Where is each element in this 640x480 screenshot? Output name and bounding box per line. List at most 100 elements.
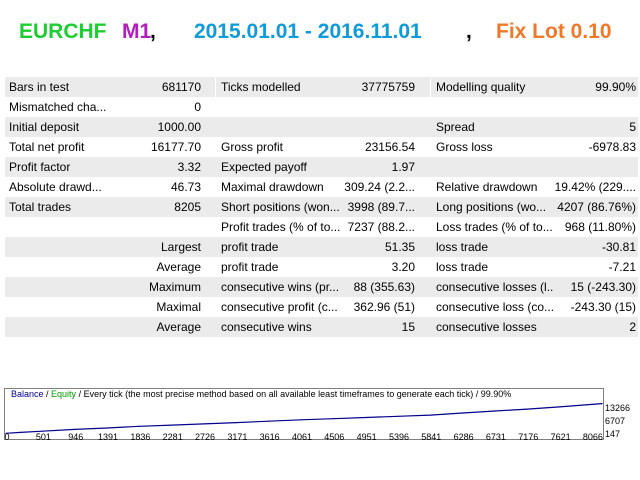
loss-trades-label: Loss trades (% of to...: [436, 220, 553, 234]
x-tick-label: 501: [35, 432, 51, 442]
profit-factor-value: 3.32: [177, 160, 201, 174]
series-line-balance: [5, 403, 603, 434]
largest-loss-label: loss trade: [436, 240, 489, 254]
avg-consecutive-losses-value: 2: [629, 320, 636, 334]
mismatched-value: 0: [194, 100, 201, 114]
absolute-drawdown-label: Absolute drawd...: [9, 180, 102, 194]
maximal-label: Maximal: [156, 300, 201, 314]
initial-deposit-label: Initial deposit: [9, 120, 80, 134]
avg-consecutive-wins-value: 15: [401, 320, 415, 334]
max-consecutive-losses-label: consecutive losses (l...: [436, 280, 554, 294]
table-row: Bars in test 681170 Ticks modelled 37775…: [5, 77, 638, 97]
x-tick-label: 5841: [421, 432, 442, 442]
balance-chart: Balance / Equity / Every tick (the most …: [4, 388, 637, 476]
legend-separator: /: [43, 389, 52, 399]
ticks-modelled-label: Ticks modelled: [221, 80, 301, 94]
modelling-quality-label: Modelling quality: [436, 80, 526, 94]
maximal-consecutive-loss-value: -243.30 (15): [570, 300, 636, 314]
column-divider: [215, 77, 216, 97]
maximal-consecutive-loss-label: consecutive loss (co...: [436, 300, 554, 314]
ticks-modelled-value: 37775759: [361, 80, 415, 94]
short-positions-value: 3998 (89.7...: [347, 200, 415, 214]
date-range: 2015.01.01 - 2016.11.01: [194, 20, 422, 43]
total-net-profit-label: Total net profit: [9, 140, 85, 154]
data-point: [397, 415, 399, 417]
lot-setting: Fix Lot 0.10: [496, 20, 612, 43]
largest-profit-value: 51.35: [384, 240, 415, 254]
avg-consecutive-wins-label: consecutive wins: [221, 320, 312, 334]
absolute-drawdown-value: 46.73: [170, 180, 201, 194]
data-point: [494, 410, 496, 412]
total-net-profit-value: 16177.70: [150, 140, 201, 154]
modelling-quality-value: 99.90%: [595, 80, 636, 94]
largest-label: Largest: [160, 240, 201, 254]
column-divider: [430, 77, 431, 97]
table-row: Total trades 8205 Short positions (won..…: [5, 197, 638, 217]
maximum-label: Maximum: [148, 280, 201, 294]
expected-payoff-label: Expected payoff: [221, 160, 307, 174]
x-tick-label: 946: [68, 432, 84, 442]
average-loss-value: -7.21: [608, 260, 636, 274]
data-point: [203, 423, 205, 425]
spread-value: 5: [629, 120, 636, 134]
expected-payoff-value: 1.97: [391, 160, 415, 174]
table-row: Initial deposit 1000.00 Spread 5: [5, 117, 638, 137]
long-positions-label: Long positions (wo...: [436, 200, 547, 214]
x-tick-label: 8066: [582, 432, 603, 442]
profit-trades-value: 7237 (88.2...: [347, 220, 415, 234]
mismatched-label: Mismatched cha...: [9, 100, 107, 114]
data-point: [365, 416, 367, 419]
bars-in-test-value: 681170: [161, 80, 201, 94]
data-point: [300, 419, 302, 421]
x-tick-label: 4506: [324, 432, 345, 442]
x-tick-label: 3171: [227, 432, 248, 442]
data-point: [601, 403, 603, 405]
data-point: [332, 418, 334, 420]
data-point: [462, 412, 464, 414]
table-row: Average consecutive wins 15 consecutive …: [5, 317, 638, 337]
loss-trades-value: 968 (11.80%): [564, 220, 636, 234]
x-tick-label: 3616: [259, 432, 280, 442]
table-row: Total net profit 16177.70 Gross profit 2…: [5, 137, 638, 157]
relative-drawdown-value: 19.42% (229....: [554, 180, 636, 194]
table-row: Average profit trade 3.20 loss trade -7.…: [5, 257, 638, 277]
chart-legend: Balance / Equity / Every tick (the most …: [11, 388, 511, 401]
long-positions-value: 4207 (86.76%): [557, 200, 636, 214]
initial-deposit-value: 1000.00: [157, 120, 201, 134]
table-row: Mismatched cha... 0: [5, 97, 638, 134]
x-tick-label: 6731: [485, 432, 506, 442]
data-point: [526, 408, 528, 410]
x-tick-label: 5396: [388, 432, 409, 442]
data-point: [268, 420, 270, 422]
gross-profit-label: Gross profit: [221, 140, 284, 154]
maximal-drawdown-value: 309.24 (2.2...: [344, 180, 415, 194]
data-point: [429, 414, 431, 416]
y-tick-label: 13266: [605, 403, 631, 414]
table-row: Maximum consecutive wins (pr... 88 (355.…: [5, 277, 638, 297]
y-tick-label: 6707: [605, 416, 626, 427]
symbol-name: EURCHF: [19, 20, 107, 43]
x-tick-label: 4951: [356, 432, 377, 442]
largest-loss-value: -30.81: [601, 240, 636, 254]
table-row: Largest profit trade 51.35 loss trade -3…: [5, 237, 638, 257]
max-consecutive-wins-value: 88 (355.63): [353, 280, 415, 294]
data-point: [138, 425, 140, 427]
gross-profit-value: 23156.54: [364, 140, 415, 154]
largest-profit-label: profit trade: [221, 240, 279, 254]
x-tick-label: 1391: [98, 432, 119, 442]
profit-factor-label: Profit factor: [9, 160, 71, 174]
x-tick-label: 7621: [550, 432, 571, 442]
data-point: [106, 427, 108, 429]
title-separator: ,: [466, 20, 472, 43]
legend-equity: Equity: [51, 389, 77, 399]
average-label: Average: [156, 260, 201, 274]
table-row: Maximal consecutive profit (c... 362.96 …: [5, 297, 638, 317]
data-point: [19, 431, 22, 433]
maximal-drawdown-label: Maximal drawdown: [221, 180, 324, 194]
x-tick-label: 4061: [291, 432, 312, 442]
relative-drawdown-label: Relative drawdown: [436, 180, 538, 194]
table-row: Profit factor 3.32 Expected payoff 1.97: [5, 157, 638, 177]
short-positions-label: Short positions (won...: [221, 200, 340, 214]
total-trades-value: 8205: [174, 200, 201, 214]
legend-description: / Every tick (the most precise method ba…: [76, 389, 512, 399]
